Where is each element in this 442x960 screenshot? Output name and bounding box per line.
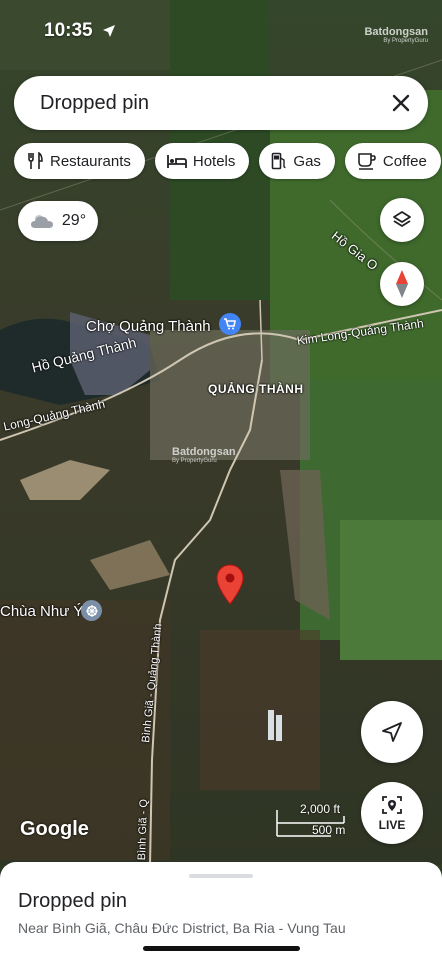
gas-pump-icon bbox=[272, 152, 286, 170]
temple-icon[interactable] bbox=[81, 600, 102, 621]
sheet-grabber[interactable] bbox=[189, 874, 253, 878]
dropped-pin-marker[interactable] bbox=[216, 564, 244, 606]
chip-restaurants[interactable]: Restaurants bbox=[14, 143, 145, 179]
weather-temp: 29° bbox=[61, 212, 87, 229]
map-label-pagoda[interactable]: Chùa Như Ý bbox=[0, 603, 83, 620]
chip-label: Coffee bbox=[382, 152, 427, 170]
watermark: Batdongsan By PropertyGuru bbox=[364, 26, 428, 44]
coffee-cup-icon bbox=[358, 153, 376, 170]
home-indicator[interactable] bbox=[143, 946, 300, 951]
scale-imperial: 2,000 ft bbox=[300, 802, 341, 816]
shopping-cart-icon[interactable] bbox=[219, 313, 241, 335]
map-label-market[interactable]: Chợ Quảng Thành bbox=[86, 318, 211, 335]
watermark-center: Batdongsan By PropertyGuru bbox=[172, 446, 236, 464]
close-icon bbox=[392, 94, 410, 112]
chip-coffee[interactable]: Coffee bbox=[344, 143, 441, 179]
navigation-arrow-icon bbox=[382, 722, 402, 742]
compass-icon bbox=[396, 270, 408, 298]
weather-badge[interactable]: 29° bbox=[18, 201, 98, 241]
my-location-button[interactable] bbox=[361, 701, 423, 763]
chip-label: Restaurants bbox=[50, 152, 131, 170]
place-subtitle: Near Bình Giã, Châu Đức District, Ba Ria… bbox=[18, 920, 346, 936]
scale-metric: 500 m bbox=[312, 823, 346, 837]
close-button[interactable] bbox=[374, 76, 428, 130]
layers-icon bbox=[393, 211, 411, 227]
chip-gas[interactable]: Gas bbox=[259, 143, 335, 179]
compass-button[interactable] bbox=[380, 262, 424, 306]
live-view-button[interactable]: LIVE bbox=[361, 782, 423, 844]
layers-button[interactable] bbox=[380, 198, 424, 242]
location-arrow-icon bbox=[102, 24, 115, 37]
chip-hotels[interactable]: Hotels bbox=[154, 143, 250, 179]
map-label-road-s2: Bình Giã - Q bbox=[136, 798, 151, 861]
search-bar[interactable]: Dropped pin bbox=[14, 76, 428, 130]
cloud-icon bbox=[30, 215, 53, 228]
fork-knife-icon bbox=[28, 152, 43, 169]
status-bar-time: 10:35 bbox=[44, 20, 116, 42]
chip-label: Gas bbox=[293, 152, 321, 170]
chip-label: Hotels bbox=[192, 152, 236, 170]
live-view-icon bbox=[382, 796, 402, 814]
search-input[interactable]: Dropped pin bbox=[40, 92, 374, 115]
category-chips: Restaurants Hotels Gas Coffee bbox=[14, 143, 441, 179]
map-label-district: QUẢNG THÀNH bbox=[208, 382, 304, 396]
live-label: LIVE bbox=[378, 818, 406, 832]
place-title: Dropped pin bbox=[18, 890, 127, 912]
google-logo: Google bbox=[20, 818, 89, 840]
bed-icon bbox=[166, 155, 187, 168]
